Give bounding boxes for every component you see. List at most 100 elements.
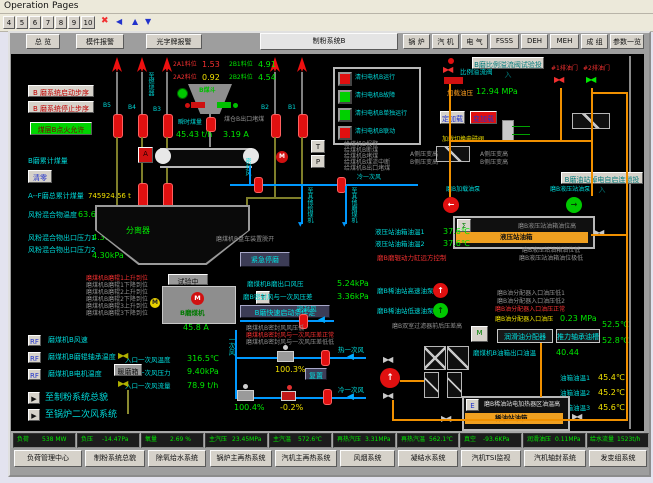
tab-turbine[interactable]: 汽 机	[432, 34, 459, 49]
status-box-lube-press: 润滑油压 0.11MPa	[523, 433, 586, 448]
back-arrow-icon[interactable]: ◀	[116, 18, 122, 27]
nav-generator[interactable]: 发变组系统	[589, 450, 647, 467]
fixed-load-button[interactable]: 定加载	[440, 111, 465, 124]
rf-button-motor-temp[interactable]: RF	[28, 369, 41, 380]
thrust-temp-a: 52.5℃	[602, 321, 629, 330]
link-pulverizing-overview[interactable]: 至制粉系统总貌	[45, 394, 108, 404]
feeder-point-button[interactable]: P	[311, 155, 325, 168]
link-icon-secondary-air[interactable]: ▶	[28, 409, 40, 421]
menu-operation[interactable]: Operation	[4, 2, 49, 12]
load-pump-icon[interactable]: ←	[443, 197, 459, 213]
clear-button[interactable]: 清零	[28, 170, 52, 183]
nav-air-flue[interactable]: 风烟系统	[340, 450, 395, 467]
page-button-8[interactable]: 8	[55, 16, 67, 29]
cold-pa-label: 冷一次风	[338, 387, 364, 394]
cold-pa-damper[interactable]	[237, 390, 254, 401]
tab-meh[interactable]: MEH	[550, 34, 579, 49]
status-box-vacuum: 真空 -93.6KPa	[460, 433, 522, 448]
nav-condensate[interactable]: 凝结水系统	[398, 450, 458, 467]
tab-lamp-alarm[interactable]: 光字牌报警	[146, 34, 202, 49]
burner-valve-b3[interactable]	[163, 114, 173, 138]
oil-pipe-8	[392, 419, 628, 421]
nav-turbine-reheat[interactable]: 汽机主再热系统	[275, 450, 337, 467]
drain2-valve-icon[interactable]: ▶◀	[586, 76, 594, 85]
hot-pa-valve[interactable]	[321, 350, 330, 366]
tab-electric[interactable]: 电 气	[461, 34, 488, 49]
cold-damper2-knob	[287, 385, 292, 390]
station-pump-icon[interactable]: →	[566, 197, 582, 213]
high-speed-pump-icon[interactable]: ↑	[433, 283, 448, 298]
distributor-motor-box[interactable]: M	[471, 326, 488, 342]
rf-button-air-speed[interactable]: RF	[28, 335, 41, 346]
nav-boiler-reheat[interactable]: 锅炉主再热系统	[210, 450, 272, 467]
page-button-10[interactable]: 10	[81, 16, 95, 29]
outlet-press2-label: 风粉混合物出口压力2	[28, 247, 95, 255]
drain1-valve-icon[interactable]: ▶◀	[554, 76, 562, 85]
sweep-fault-label: 清扫电机B故障	[355, 93, 395, 100]
mill-motor-icon[interactable]: M	[191, 292, 204, 305]
reset-button[interactable]: 复置	[305, 368, 327, 380]
cold-pa-valve[interactable]	[323, 389, 332, 405]
status-load-value: 538 MW	[42, 437, 66, 444]
rf-button-roller-temp[interactable]: RF	[28, 352, 41, 363]
page-button-9[interactable]: 9	[68, 16, 80, 29]
nav-pulverizing[interactable]: 制粉系统总貌	[85, 450, 145, 467]
status-negpress-label: 负压	[81, 437, 93, 444]
accumulator-line2	[512, 134, 530, 135]
page-button-7[interactable]: 7	[42, 16, 54, 29]
to-other-mills-arrow-icon: ▼	[342, 222, 347, 229]
status-reheattemp-label: 再热汽温	[401, 437, 425, 444]
mill-start-seq-button[interactable]: B 磨系统启动步序	[28, 85, 94, 97]
feeder-a-box[interactable]: A	[138, 147, 153, 163]
tab-module-alarm[interactable]: 模件报警	[76, 34, 124, 49]
feeder-motor-icon[interactable]: M	[276, 151, 288, 163]
menu-pages[interactable]: Pages	[52, 2, 78, 12]
up-arrow-icon[interactable]: ▲	[132, 18, 138, 27]
gate-valve-red[interactable]	[191, 102, 205, 108]
status-lubepress-value: 0.11MPa	[555, 437, 581, 444]
burner-valve-b4[interactable]	[138, 114, 148, 138]
burner-valve-b2[interactable]	[271, 114, 281, 138]
mill-seal-air-label: 密封风	[297, 306, 317, 313]
nav-load-mgmt[interactable]: 负荷管理中心	[14, 450, 82, 467]
ignition-permit-button[interactable]: 煤层B点火允许	[30, 122, 92, 135]
tab-boiler[interactable]: 锅 炉	[403, 34, 430, 49]
power-loss-interlock-button[interactable]: B磨油站掉电自启连锁投入	[561, 172, 643, 184]
link-secondary-air[interactable]: 至锅炉二次风系统	[45, 411, 117, 421]
nav-gland-seal[interactable]: 汽机轴封系统	[524, 450, 586, 467]
down-arrow-icon[interactable]: ▼	[145, 18, 151, 27]
tab-deh[interactable]: DEH	[521, 34, 548, 49]
tab-params[interactable]: 参数一览	[610, 34, 644, 49]
hmi-screen: Operation Pages 4 5 6 7 8 9 10 ✖ ◀ ▲ ▼ 总…	[0, 0, 653, 483]
link-icon-overview[interactable]: ▶	[28, 392, 40, 404]
nav-tsi[interactable]: 汽机TSI监视	[461, 450, 521, 467]
page-button-6[interactable]: 6	[29, 16, 41, 29]
page-button-5[interactable]: 5	[16, 16, 28, 29]
var-load-button[interactable]: 变加载	[470, 111, 497, 124]
delete-icon[interactable]: ✖	[101, 17, 109, 27]
burner-valve-b5[interactable]	[113, 114, 123, 138]
oil-pipe-5	[591, 92, 628, 94]
nav-deaerator[interactable]: 除氧给水系统	[148, 450, 206, 467]
feeder-trend-button[interactable]: T	[311, 140, 325, 153]
mill-stop-seq-button[interactable]: B 磨系统停止步序	[28, 101, 94, 113]
page-button-4[interactable]: 4	[3, 16, 15, 29]
hot-pa-damper[interactable]	[277, 351, 294, 362]
seal-header-valve-1[interactable]	[254, 177, 263, 193]
burner-valve-b1[interactable]	[298, 114, 308, 138]
low-speed-pump-icon[interactable]: ↑	[433, 303, 448, 318]
tab-fsss[interactable]: FSSS	[490, 34, 519, 49]
tank-temp1-label: 油箱油温1	[560, 375, 590, 382]
heater-e-icon[interactable]: E	[466, 399, 479, 411]
tab-group[interactable]: 成 组	[581, 34, 608, 49]
hot-damper-knob	[283, 345, 288, 350]
switch-solenoid-valve[interactable]	[436, 146, 470, 162]
to-other-feeders-arrow-icon: ▼	[298, 222, 303, 229]
cold-damper2-position: -0.2%	[280, 404, 303, 413]
tab-overview[interactable]: 总 览	[26, 34, 60, 49]
coal-hopper-label: B煤斗	[199, 88, 216, 95]
gate-valve-green[interactable]	[217, 102, 231, 108]
cold-pa-damper2[interactable]	[281, 391, 296, 401]
emergency-stop-button[interactable]: 紧急停磨	[240, 252, 290, 267]
seal-air-fan-icon[interactable]: ↑	[380, 368, 400, 388]
